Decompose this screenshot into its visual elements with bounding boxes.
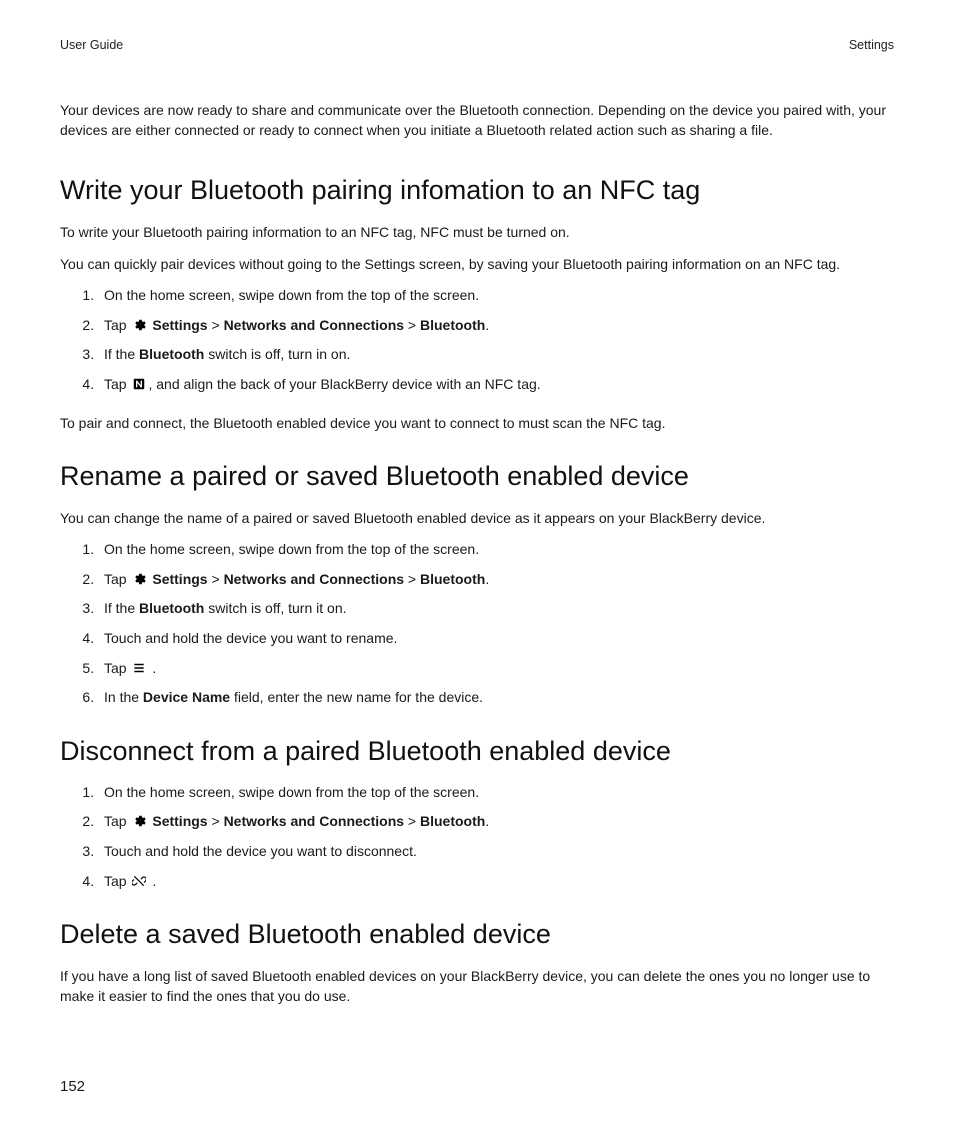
step: Tap . xyxy=(98,872,894,892)
section-title: Write your Bluetooth pairing infomation … xyxy=(60,175,894,206)
bold-label: Bluetooth xyxy=(420,571,485,587)
paragraph: To pair and connect, the Bluetooth enabl… xyxy=(60,413,894,433)
bold-label: Networks and Connections xyxy=(224,317,404,333)
header-left: User Guide xyxy=(60,38,123,52)
step-text: Tap xyxy=(104,813,130,829)
period: . xyxy=(485,571,489,587)
separator: > xyxy=(404,571,420,587)
steps-list: On the home screen, swipe down from the … xyxy=(60,540,894,708)
steps-list: On the home screen, swipe down from the … xyxy=(60,783,894,891)
step-text: In the xyxy=(104,689,143,705)
bold-label: Settings xyxy=(152,317,207,333)
settings-gear-icon xyxy=(132,572,146,586)
separator: > xyxy=(208,571,224,587)
section-rename: Rename a paired or saved Bluetooth enabl… xyxy=(60,461,894,708)
section-disconnect: Disconnect from a paired Bluetooth enabl… xyxy=(60,736,894,891)
step-text: . xyxy=(148,873,156,889)
separator: > xyxy=(404,813,420,829)
step: Tap . xyxy=(98,659,894,679)
paragraph: You can change the name of a paired or s… xyxy=(60,508,894,528)
step-text: field, enter the new name for the device… xyxy=(230,689,483,705)
step: If the Bluetooth switch is off, turn it … xyxy=(98,599,894,619)
page-header: User Guide Settings xyxy=(60,38,894,52)
step: In the Device Name field, enter the new … xyxy=(98,688,894,708)
bold-label: Bluetooth xyxy=(139,346,204,362)
step-text: switch is off, turn in on. xyxy=(204,346,350,362)
settings-gear-icon xyxy=(132,318,146,332)
step-text: , and align the back of your BlackBerry … xyxy=(148,376,540,392)
disconnect-icon xyxy=(132,874,146,888)
page-number: 152 xyxy=(60,1078,85,1095)
section-title: Rename a paired or saved Bluetooth enabl… xyxy=(60,461,894,492)
bold-label: Settings xyxy=(152,813,207,829)
step: On the home screen, swipe down from the … xyxy=(98,783,894,803)
header-right: Settings xyxy=(849,38,894,52)
separator: > xyxy=(404,317,420,333)
intro-paragraph: Your devices are now ready to share and … xyxy=(60,100,894,141)
paragraph: You can quickly pair devices without goi… xyxy=(60,254,894,274)
step: On the home screen, swipe down from the … xyxy=(98,286,894,306)
period: . xyxy=(485,317,489,333)
step-text: Tap xyxy=(104,376,130,392)
separator: > xyxy=(208,317,224,333)
steps-list: On the home screen, swipe down from the … xyxy=(60,286,894,394)
bold-label: Bluetooth xyxy=(139,600,204,616)
settings-gear-icon xyxy=(132,814,146,828)
bold-label: Bluetooth xyxy=(420,813,485,829)
step: Tap Settings > Networks and Connections … xyxy=(98,812,894,832)
section-delete: Delete a saved Bluetooth enabled device … xyxy=(60,919,894,1007)
section-title: Disconnect from a paired Bluetooth enabl… xyxy=(60,736,894,767)
nfc-icon xyxy=(132,377,146,391)
step: Tap Settings > Networks and Connections … xyxy=(98,570,894,590)
separator: > xyxy=(208,813,224,829)
step: If the Bluetooth switch is off, turn in … xyxy=(98,345,894,365)
step: Touch and hold the device you want to di… xyxy=(98,842,894,862)
section-nfc-tag: Write your Bluetooth pairing infomation … xyxy=(60,175,894,433)
step-text: Tap xyxy=(104,873,130,889)
step-text: If the xyxy=(104,600,139,616)
step-text: Tap xyxy=(104,317,130,333)
step: Tap Settings > Networks and Connections … xyxy=(98,316,894,336)
step-text: Tap xyxy=(104,660,130,676)
menu-icon xyxy=(132,661,146,675)
section-title: Delete a saved Bluetooth enabled device xyxy=(60,919,894,950)
bold-label: Networks and Connections xyxy=(224,813,404,829)
paragraph: To write your Bluetooth pairing informat… xyxy=(60,222,894,242)
step: Touch and hold the device you want to re… xyxy=(98,629,894,649)
bold-label: Settings xyxy=(152,571,207,587)
bold-label: Bluetooth xyxy=(420,317,485,333)
paragraph: If you have a long list of saved Bluetoo… xyxy=(60,966,894,1007)
step-text: If the xyxy=(104,346,139,362)
bold-label: Networks and Connections xyxy=(224,571,404,587)
step-text: . xyxy=(148,660,156,676)
step-text: switch is off, turn it on. xyxy=(204,600,346,616)
step-text: Tap xyxy=(104,571,130,587)
period: . xyxy=(485,813,489,829)
step: Tap , and align the back of your BlackBe… xyxy=(98,375,894,395)
step: On the home screen, swipe down from the … xyxy=(98,540,894,560)
bold-label: Device Name xyxy=(143,689,230,705)
